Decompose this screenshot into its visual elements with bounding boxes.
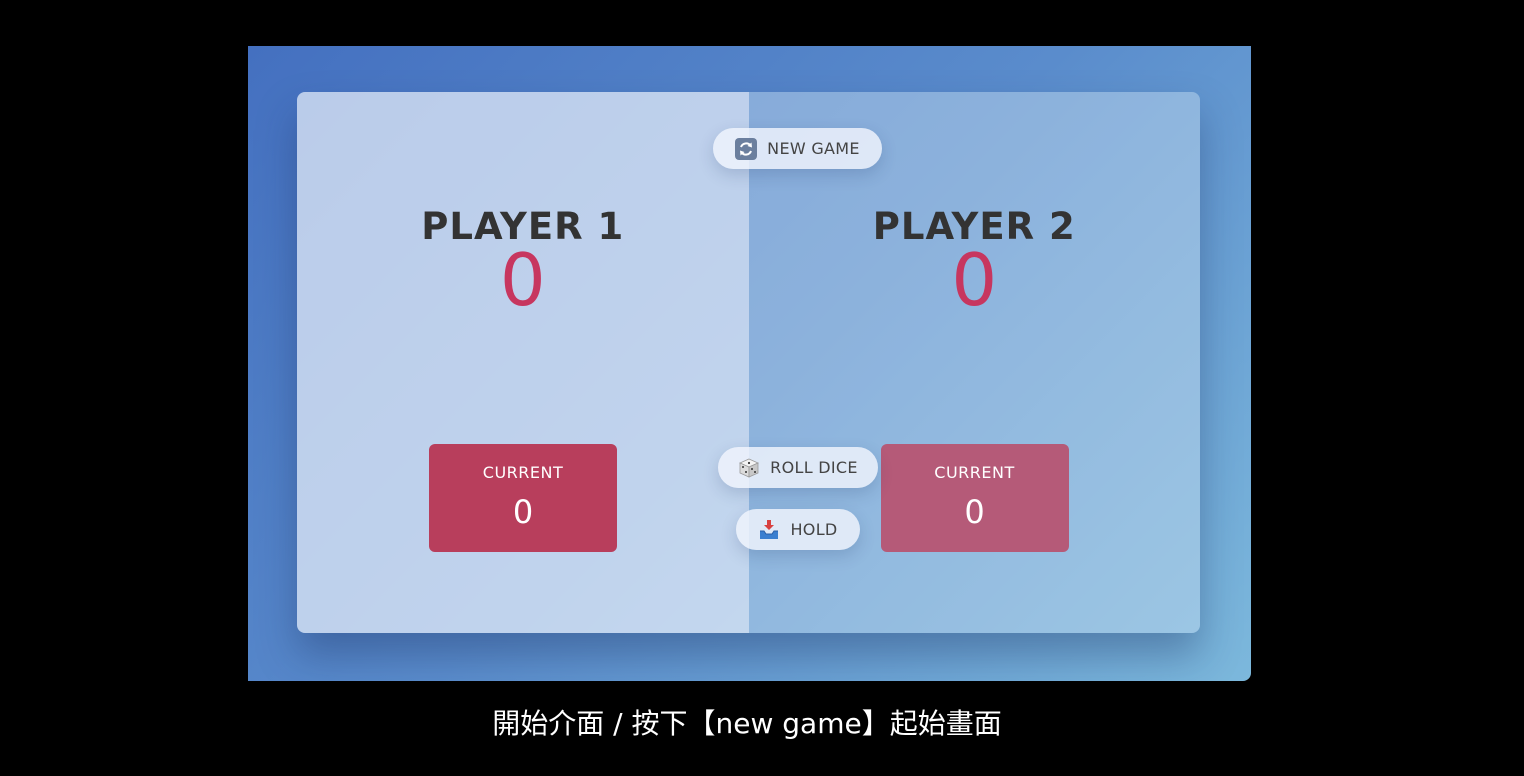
player-2-panel: PLAYER 2 0 CURRENT 0 xyxy=(748,92,1200,633)
player-2-score: 0 xyxy=(951,238,998,322)
dice-icon xyxy=(738,457,760,479)
hold-button[interactable]: HOLD xyxy=(736,509,860,550)
player-1-current-score: 0 xyxy=(512,493,534,531)
player-2-current-box: CURRENT 0 xyxy=(880,444,1069,552)
player-1-current-box: CURRENT 0 xyxy=(429,444,617,552)
game-board: PLAYER 1 0 CURRENT 0 PLAYER 2 0 CURRENT … xyxy=(297,92,1200,633)
new-game-button[interactable]: NEW GAME xyxy=(713,128,882,169)
player-2-current-score: 0 xyxy=(964,493,985,531)
roll-dice-label: ROLL DICE xyxy=(770,458,858,477)
player-1-panel: PLAYER 1 0 CURRENT 0 xyxy=(297,92,749,633)
hold-label: HOLD xyxy=(790,520,838,539)
player-1-current-label: CURRENT xyxy=(482,463,564,482)
player-2-current-label: CURRENT xyxy=(934,463,1015,482)
inbox-tray-icon xyxy=(758,519,780,541)
caption: 開始介面 / 按下【new game】起始畫面 xyxy=(492,707,1002,740)
new-game-label: NEW GAME xyxy=(767,139,860,158)
roll-dice-button[interactable]: ROLL DICE xyxy=(718,447,878,488)
refresh-icon xyxy=(735,137,758,160)
player-1-score: 0 xyxy=(499,238,546,322)
game-stage: PLAYER 1 0 CURRENT 0 PLAYER 2 0 CURRENT … xyxy=(248,46,1251,681)
